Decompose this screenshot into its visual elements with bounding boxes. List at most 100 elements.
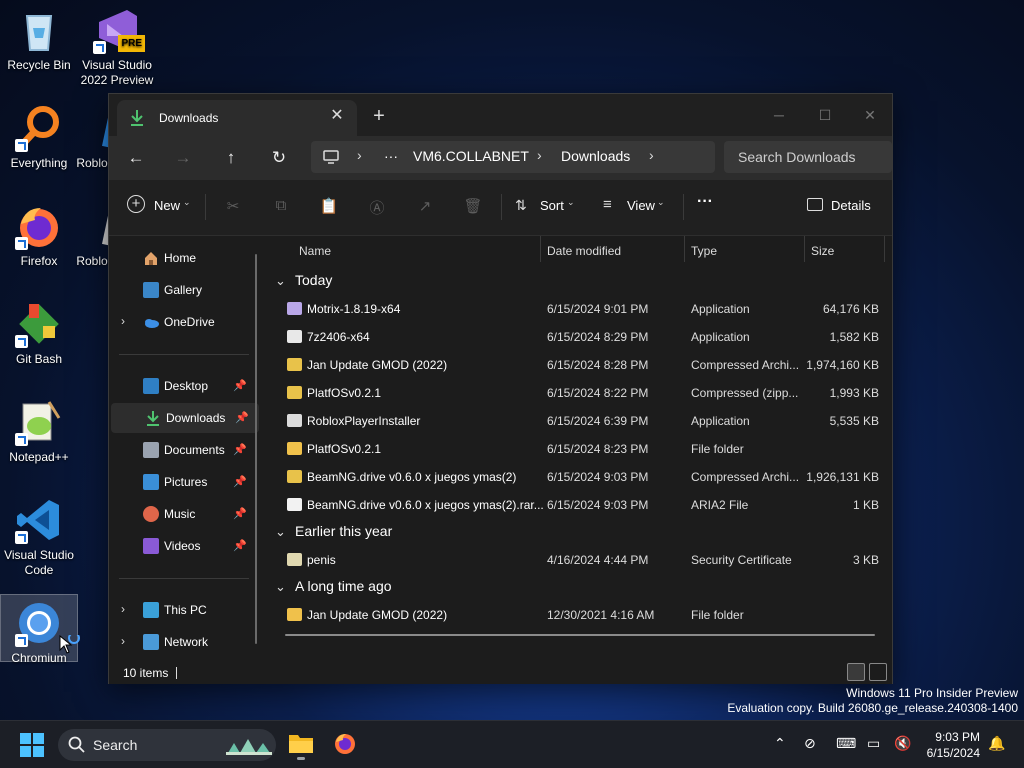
display-icon[interactable]: ▭ xyxy=(867,735,880,752)
column-header-name[interactable]: Name xyxy=(299,244,331,258)
share-icon[interactable]: ↗ xyxy=(415,197,435,217)
address-bar[interactable]: › ··· VM6.COLLABNET › Downloads › xyxy=(311,141,715,173)
delete-icon[interactable]: 🗑 xyxy=(463,197,483,217)
sidebar-item-music[interactable]: Music 📌 xyxy=(109,499,259,529)
chevron-down-icon[interactable]: ⌄ xyxy=(275,273,289,289)
sidebar-item-videos[interactable]: Videos 📌 xyxy=(109,531,259,561)
desktop-icon-visual-studio-preview[interactable]: PRE Visual Studio 2022 Preview xyxy=(78,6,156,88)
desktop-icon-label: Roblo xyxy=(76,156,108,170)
file-date-modified: 6/15/2024 9:01 PM xyxy=(547,302,649,316)
details-pane-button[interactable]: Details xyxy=(807,195,877,219)
taskbar-search-box[interactable]: Search xyxy=(58,729,276,761)
file-row[interactable]: penis 4/16/2024 4:44 PM Security Certifica… xyxy=(281,546,885,574)
copy-icon[interactable]: ⧉ xyxy=(271,197,291,217)
chevron-down-icon[interactable]: ⌄ xyxy=(275,524,289,540)
navigation-bar: ← → ↑ ↻ › ··· VM6.COLLABNET › Downloads … xyxy=(109,136,892,180)
more-options-button[interactable]: ··· xyxy=(697,193,713,211)
view-button[interactable]: ≡ View ⌄ xyxy=(603,195,671,219)
sidebar-item-pictures[interactable]: Pictures 📌 xyxy=(109,467,259,497)
chevron-down-icon: ⌄ xyxy=(657,197,665,207)
pin-icon[interactable]: 📌 xyxy=(233,443,247,456)
pin-icon[interactable]: 📌 xyxy=(233,507,247,520)
back-button[interactable]: ← xyxy=(119,144,153,172)
horizontal-scrollbar[interactable] xyxy=(285,634,875,636)
file-row[interactable]: Jan Update GMOD (2022) 12/30/2021 4:16 AM… xyxy=(281,601,885,629)
group-header[interactable]: ⌄ Earlier this year xyxy=(275,523,392,540)
file-row[interactable]: Motrix-1.8.19-x64 6/15/2024 9:01 PM Applic… xyxy=(281,295,885,323)
desktop-icon-firefox[interactable]: Firefox xyxy=(0,202,78,269)
paste-icon[interactable]: 📋 xyxy=(319,197,339,217)
minimize-button[interactable]: ─ xyxy=(756,100,802,130)
desktop-icon-everything[interactable]: Everything xyxy=(0,104,78,171)
file-name: penis xyxy=(307,553,336,567)
breadcrumb-downloads[interactable]: Downloads xyxy=(561,148,630,164)
pin-icon[interactable]: 📌 xyxy=(233,539,247,552)
group-header[interactable]: ⌄ Today xyxy=(275,272,332,289)
forward-button[interactable]: → xyxy=(166,144,200,172)
file-row[interactable]: 7z2406-x64 6/15/2024 8:29 PM Application 1,… xyxy=(281,323,885,351)
shortcut-arrow-icon xyxy=(93,41,106,54)
taskbar-firefox[interactable] xyxy=(333,731,359,757)
desktop-icon-git-bash[interactable]: Git Bash xyxy=(0,300,78,367)
desktop-icon-roblox-studio[interactable]: Roblo xyxy=(72,202,126,269)
close-window-button[interactable]: ✕ xyxy=(847,100,893,130)
sidebar-scrollbar[interactable] xyxy=(255,254,257,644)
sort-button[interactable]: ⇅ Sort ⌄ xyxy=(515,195,579,219)
close-tab-icon[interactable]: ✕ xyxy=(327,106,347,126)
search-input[interactable]: Search Downloads xyxy=(724,141,892,173)
sidebar-item-documents[interactable]: Documents 📌 xyxy=(109,435,259,465)
sidebar-item-home[interactable]: Home xyxy=(109,243,259,273)
chevron-right-icon[interactable]: › xyxy=(121,634,125,648)
notification-bell-icon[interactable]: 🔔 xyxy=(988,735,1005,752)
up-button[interactable]: ↑ xyxy=(214,144,248,172)
network-disconnected-icon[interactable]: ⊘ xyxy=(804,735,816,752)
chevron-up-icon[interactable]: ⌃ xyxy=(774,735,786,752)
sidebar-item-downloads[interactable]: Downloads 📌 xyxy=(111,403,259,433)
pin-icon[interactable]: 📌 xyxy=(235,411,249,424)
sidebar-item-desktop[interactable]: Desktop 📌 xyxy=(109,371,259,401)
file-row[interactable]: BeamNG.drive v0.6.0 x juegos ymas(2).rar… xyxy=(281,491,885,519)
chevron-right-icon[interactable]: › xyxy=(121,602,125,616)
breadcrumb-vm6-collabnet[interactable]: VM6.COLLABNET xyxy=(413,148,529,164)
start-button[interactable] xyxy=(20,733,44,757)
keyboard-icon[interactable]: ⌨ xyxy=(836,735,856,752)
pin-icon[interactable]: 📌 xyxy=(233,475,247,488)
volume-muted-icon[interactable]: 🔇 xyxy=(894,735,911,752)
file-row[interactable]: PlatfOSv0.2.1 6/15/2024 8:23 PM File folde… xyxy=(281,435,885,463)
cut-icon[interactable]: ✂ xyxy=(223,197,243,217)
visual-studio-preview-icon: PRE xyxy=(93,6,145,54)
sidebar-item-network[interactable]: › Network xyxy=(109,627,259,657)
desktop-icon-label: Roblo xyxy=(76,254,108,268)
taskbar-file-explorer[interactable] xyxy=(288,731,314,760)
file-row[interactable]: BeamNG.drive v0.6.0 x juegos ymas(2) 6/15… xyxy=(281,463,885,491)
column-header-type[interactable]: Type xyxy=(691,244,717,258)
new-button[interactable]: + New ⌄ xyxy=(127,195,193,219)
pin-icon[interactable]: 📌 xyxy=(233,379,247,392)
monitor-icon xyxy=(323,149,339,168)
sidebar-item-gallery[interactable]: Gallery xyxy=(109,275,259,305)
rename-icon[interactable]: Ⓐ xyxy=(367,197,387,217)
file-row[interactable]: RobloxPlayerInstaller 6/15/2024 6:39 PM Ap… xyxy=(281,407,885,435)
file-row[interactable]: PlatfOSv0.2.1 6/15/2024 8:22 PM Compressed… xyxy=(281,379,885,407)
group-header[interactable]: ⌄ A long time ago xyxy=(275,578,392,595)
maximize-button[interactable]: ☐ xyxy=(802,100,848,130)
column-header-size[interactable]: Size xyxy=(811,244,834,258)
sidebar-item-this-pc[interactable]: › This PC xyxy=(109,595,259,625)
tiles-view-button[interactable] xyxy=(869,663,887,681)
sidebar-item-onedrive[interactable]: › OneDrive xyxy=(109,307,259,337)
breadcrumb-overflow[interactable]: ··· xyxy=(384,148,398,164)
chevron-down-icon[interactable]: ⌄ xyxy=(275,579,289,595)
desktop-icon-vscode[interactable]: Visual Studio Code xyxy=(0,496,78,578)
system-clock[interactable]: 9:03 PM 6/15/2024 xyxy=(927,729,980,761)
chevron-right-icon[interactable]: › xyxy=(121,314,125,328)
tab-downloads[interactable]: Downloads ✕ xyxy=(117,100,357,136)
desktop-icon-roblox[interactable]: Roblo xyxy=(72,104,126,171)
file-row[interactable]: Jan Update GMOD (2022) 6/15/2024 8:28 PM C… xyxy=(281,351,885,379)
refresh-button[interactable]: ↻ xyxy=(262,144,296,172)
details-view-button[interactable] xyxy=(847,663,865,681)
7zip-icon xyxy=(287,330,302,343)
desktop-icon-notepad-plus-plus[interactable]: Notepad++ xyxy=(0,398,78,465)
desktop-icon-recycle-bin[interactable]: Recycle Bin xyxy=(0,6,78,73)
new-tab-button[interactable]: + xyxy=(369,106,389,126)
column-header-date-modified[interactable]: Date modified xyxy=(547,244,621,258)
